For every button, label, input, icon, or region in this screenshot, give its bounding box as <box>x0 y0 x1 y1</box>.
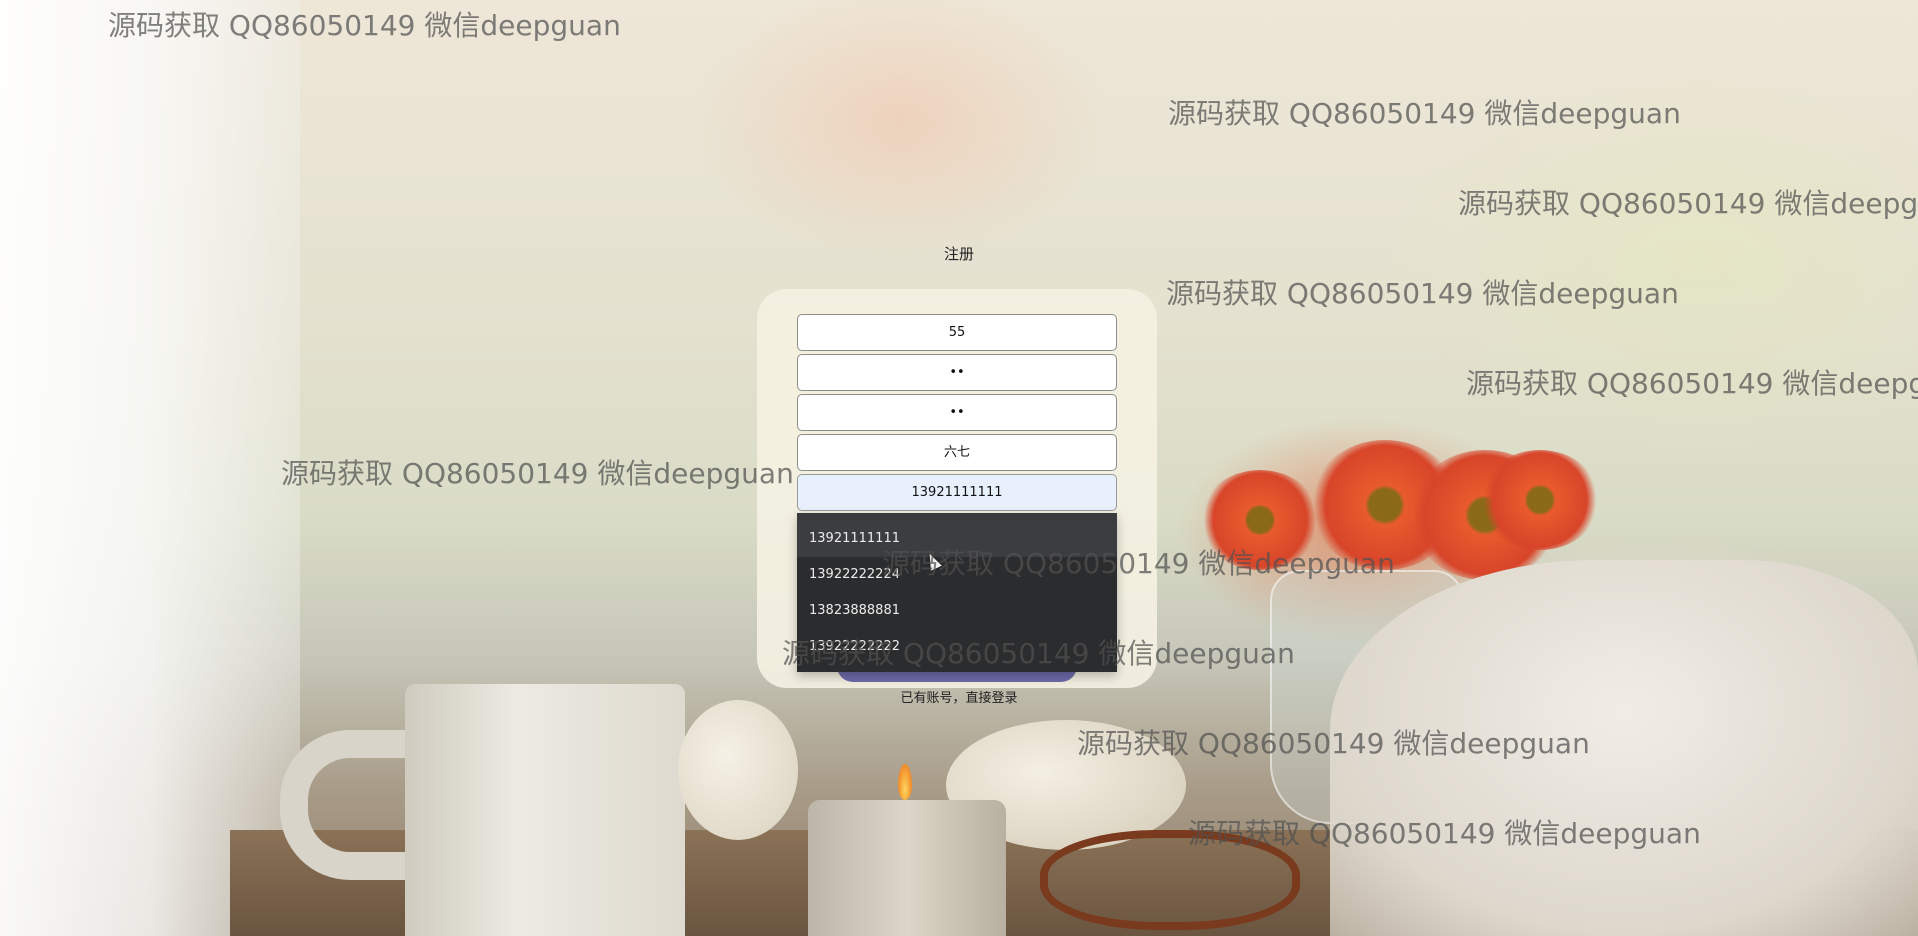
background-curtain <box>0 0 300 936</box>
autocomplete-option[interactable]: 13823888881 <box>797 593 1117 629</box>
background-knit-sweater <box>1330 560 1918 936</box>
phone-input[interactable]: 13921111111 <box>797 474 1117 511</box>
login-link[interactable]: 已有账号，直接登录 <box>0 687 1918 706</box>
background-candle-flame <box>898 764 912 800</box>
background-candle <box>808 800 1006 936</box>
confirm-password-input[interactable]: •• <box>797 394 1117 431</box>
background-pumpkin-small <box>678 700 798 840</box>
background-mug <box>405 684 685 936</box>
background-flower <box>1200 470 1320 570</box>
autocomplete-dropdown: 13921111111 13922222224 13823888881 1392… <box>797 513 1117 672</box>
page-title: 注册 <box>943 245 974 263</box>
password-input[interactable]: •• <box>797 354 1117 391</box>
autocomplete-option[interactable]: 13921111111 <box>797 521 1117 557</box>
background-glasses <box>1040 830 1300 930</box>
username-input[interactable]: 55 <box>797 314 1117 351</box>
background-mug-handle <box>280 730 410 880</box>
autocomplete-option[interactable]: 13922222224 <box>797 557 1117 593</box>
nickname-input[interactable]: 六七 <box>797 434 1117 471</box>
background-flower <box>1480 450 1600 550</box>
autocomplete-option[interactable]: 13922222222 <box>797 629 1117 665</box>
